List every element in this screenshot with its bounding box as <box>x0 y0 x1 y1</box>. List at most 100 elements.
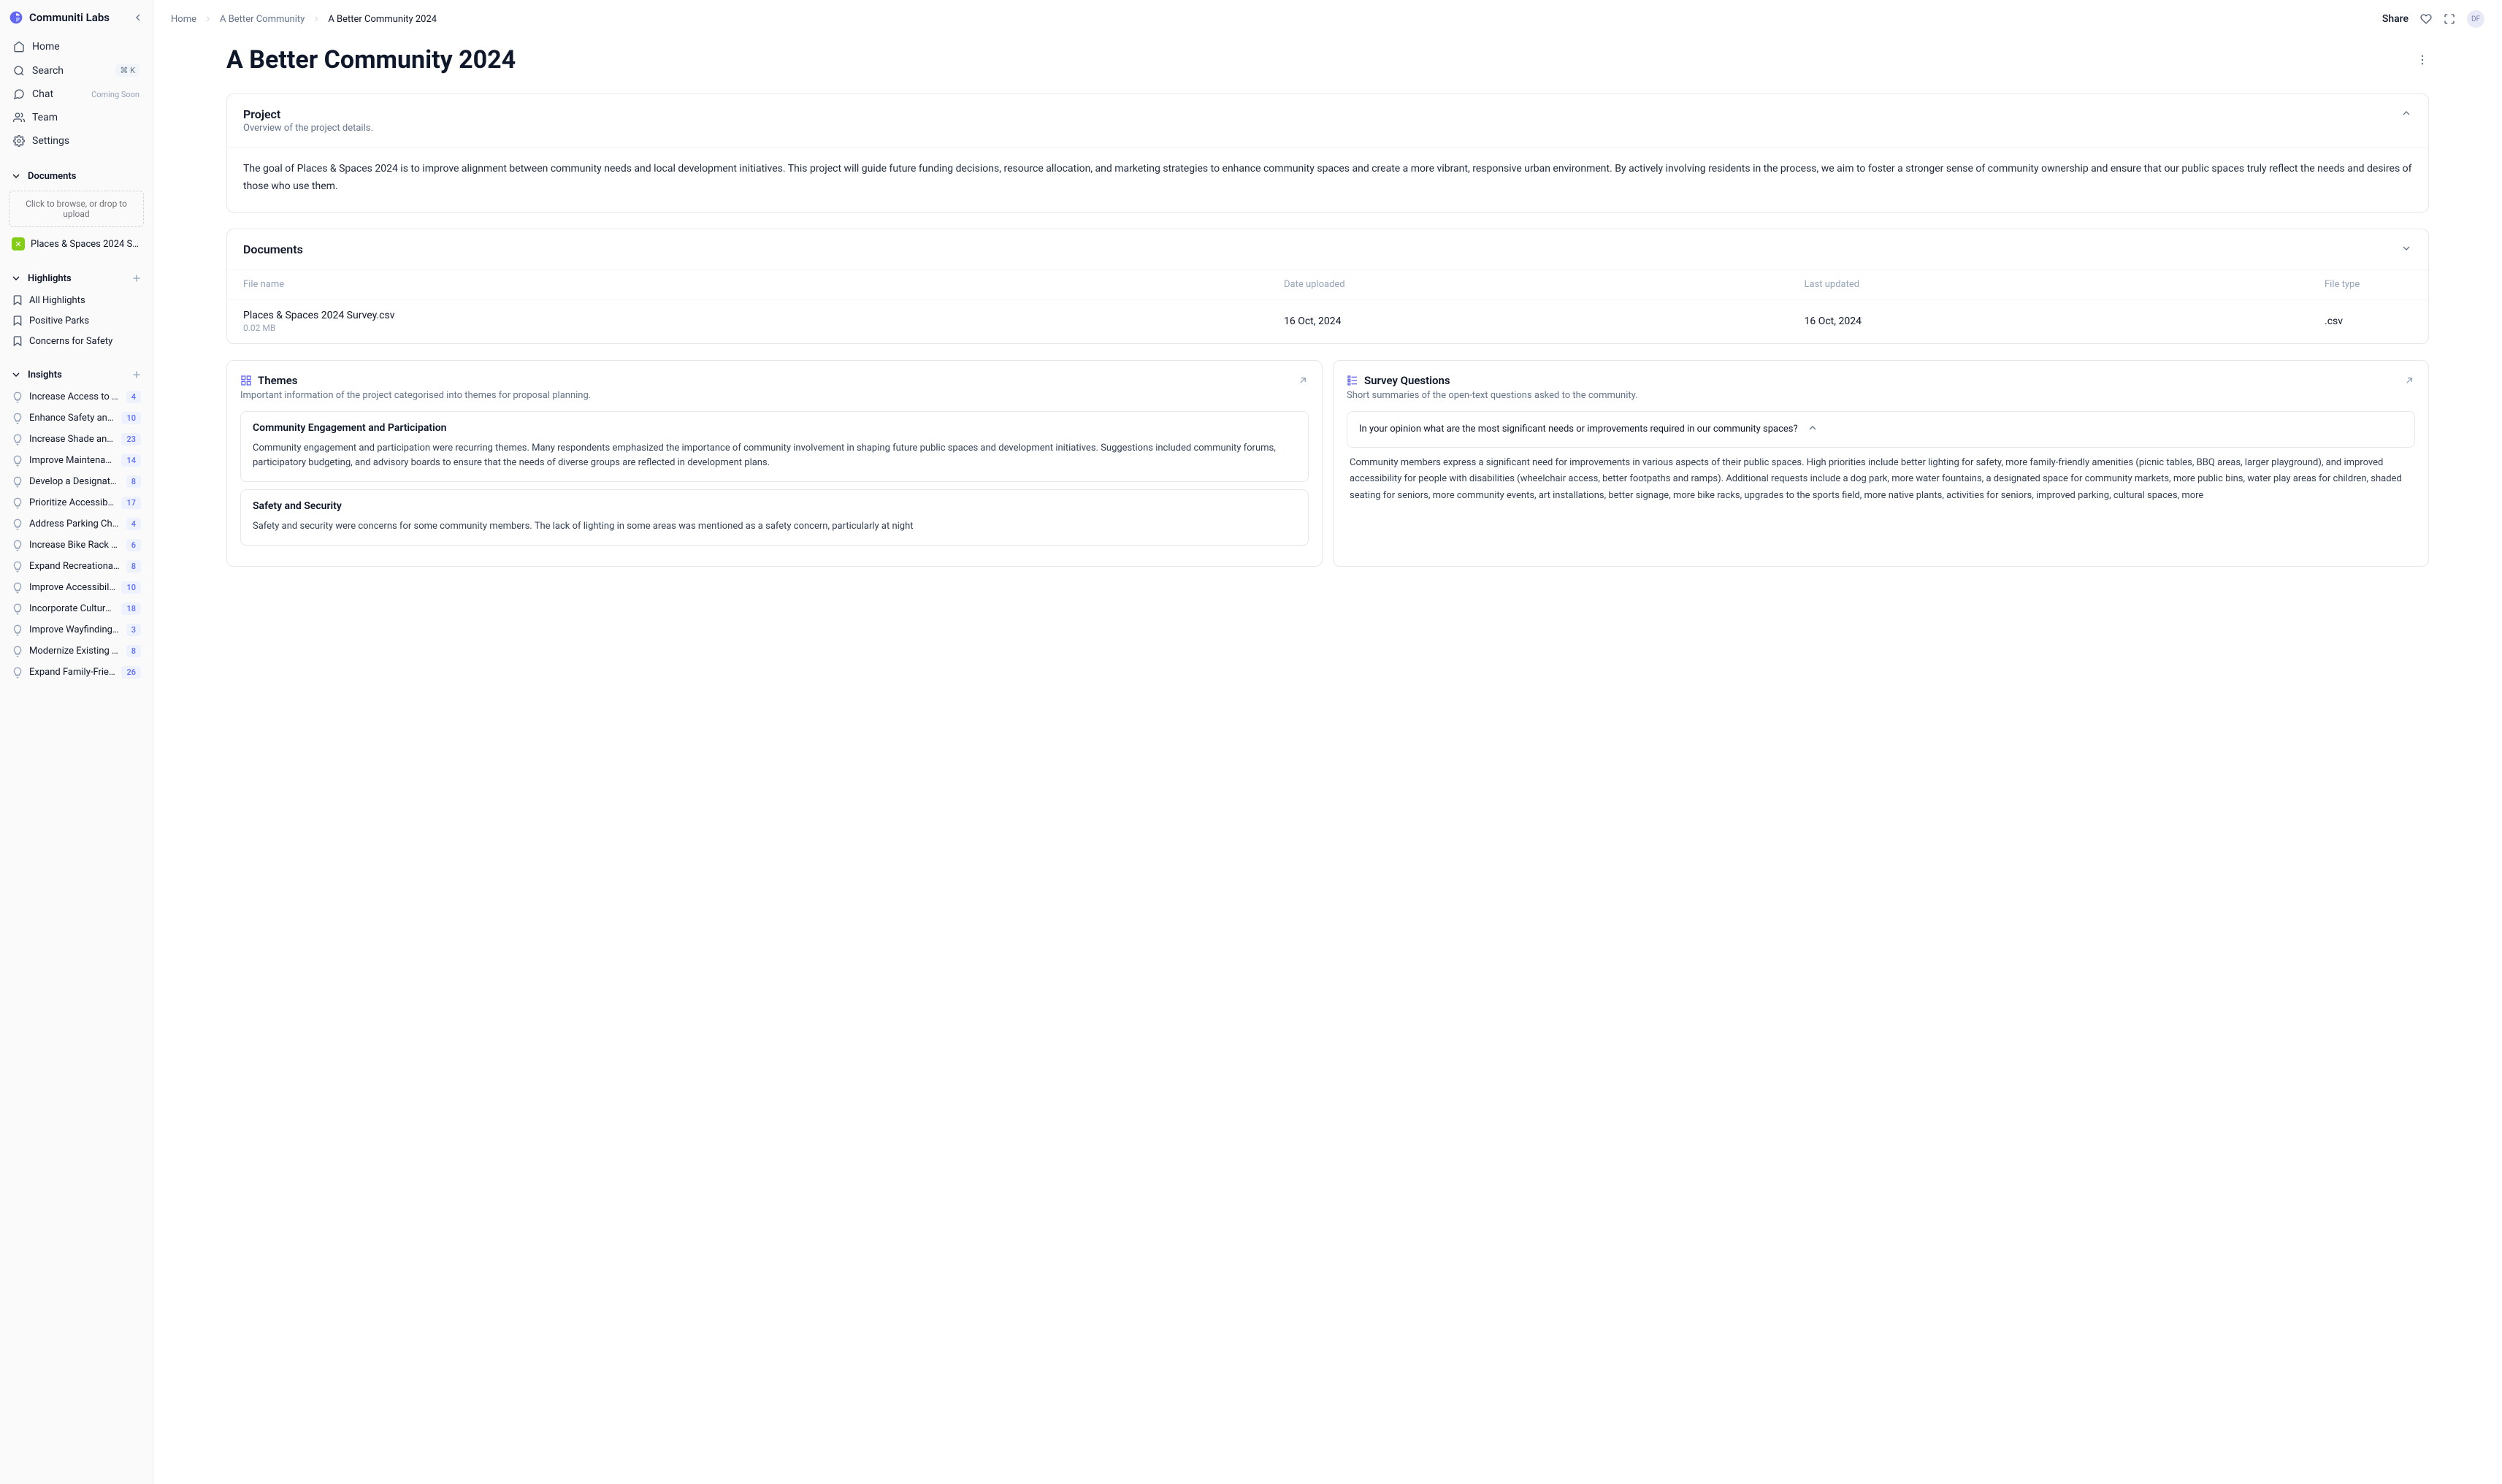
lightbulb-icon <box>12 561 23 573</box>
home-icon <box>13 41 25 53</box>
expand-survey-icon[interactable] <box>2403 375 2415 386</box>
theme-body: Community engagement and participation w… <box>253 441 1296 472</box>
theme-card[interactable]: Safety and SecuritySafety and security w… <box>240 489 1309 546</box>
insight-count-badge: 4 <box>126 391 141 403</box>
upload-zone[interactable]: Click to browse, or drop to upload <box>9 191 144 227</box>
insight-count-badge: 18 <box>121 603 141 615</box>
insights-section-header[interactable]: Insights <box>9 363 144 386</box>
documents-header-text: Documents <box>28 171 76 182</box>
insight-item[interactable]: Address Parking Challe...4 <box>9 513 144 535</box>
highlight-item[interactable]: Concerns for Safety <box>9 331 144 351</box>
insight-item[interactable]: Expand Family-Friendl...26 <box>9 662 144 683</box>
expand-themes-icon[interactable] <box>1297 375 1309 386</box>
theme-body: Safety and security were concerns for so… <box>253 519 1296 535</box>
more-options-icon[interactable] <box>2416 53 2429 66</box>
insight-count-badge: 8 <box>126 560 141 573</box>
survey-subtitle: Short summaries of the open-text questio… <box>1347 390 2415 401</box>
date-uploaded: 16 Oct, 2024 <box>1284 315 1805 327</box>
insight-count-badge: 4 <box>126 518 141 530</box>
survey-question[interactable]: In your opinion what are the most signif… <box>1347 411 2415 448</box>
coming-soon-label: Coming Soon <box>91 90 139 99</box>
insight-item[interactable]: Increase Bike Rack Ava...6 <box>9 535 144 556</box>
insight-label: Increase Access to Dri... <box>29 391 120 402</box>
insight-label: Increase Bike Rack Ava... <box>29 540 120 551</box>
nav-item-chat[interactable]: ChatComing Soon <box>9 83 144 106</box>
chevron-up-icon <box>1807 422 1818 434</box>
file-size: 0.02 MB <box>243 323 1284 333</box>
documents-title: Documents <box>243 242 303 256</box>
insight-item[interactable]: Increase Shade and S... 23 <box>9 429 144 450</box>
highlight-item[interactable]: All Highlights <box>9 290 144 310</box>
lightbulb-icon <box>12 413 23 424</box>
insight-label: Improve Maintenance ... <box>29 455 115 466</box>
chevron-down-icon[interactable] <box>2400 242 2412 254</box>
insight-count-badge: 23 <box>121 433 141 445</box>
documents-section-header[interactable]: Documents <box>9 164 144 188</box>
documents-card: Documents File name Date uploaded Last u… <box>226 229 2429 344</box>
insight-item[interactable]: Increase Access to Dri... 4 <box>9 386 144 408</box>
col-last: Last updated <box>1805 279 2325 290</box>
insight-item[interactable]: Enhance Safety and E... 10 <box>9 408 144 429</box>
project-card: Project Overview of the project details.… <box>226 93 2429 213</box>
theme-title: Community Engagement and Participation <box>253 422 1296 434</box>
project-title: Project <box>243 107 373 121</box>
insight-item[interactable]: Expand Recreational O...8 <box>9 556 144 577</box>
nav-item-settings[interactable]: Settings <box>9 129 144 153</box>
avatar[interactable]: DF <box>2467 10 2484 28</box>
col-type: File type <box>2325 279 2412 290</box>
nav-label: Home <box>32 41 60 53</box>
add-insight-icon[interactable] <box>131 369 142 380</box>
highlight-label: Positive Parks <box>29 315 89 326</box>
project-card-header[interactable]: Project Overview of the project details. <box>227 94 2428 147</box>
lightbulb-icon <box>12 603 23 615</box>
page-title: A Better Community 2024 <box>226 45 516 74</box>
insight-label: Increase Shade and S... <box>29 434 115 445</box>
share-button[interactable]: Share <box>2382 13 2409 25</box>
table-row[interactable]: Places & Spaces 2024 Survey.csv 0.02 MB … <box>227 299 2428 343</box>
insight-label: Modernize Existing Fac... <box>29 646 120 657</box>
nav-item-home[interactable]: Home <box>9 35 144 58</box>
highlight-item[interactable]: Positive Parks <box>9 310 144 331</box>
breadcrumb-parent[interactable]: A Better Community <box>220 14 305 25</box>
kbd-shortcut: ⌘ K <box>115 64 139 77</box>
breadcrumb-home[interactable]: Home <box>171 14 196 25</box>
insight-item[interactable]: Develop a Designated ...8 <box>9 471 144 492</box>
project-body: The goal of Places & Spaces 2024 is to i… <box>227 147 2428 212</box>
lightbulb-icon <box>12 646 23 657</box>
add-highlight-icon[interactable] <box>131 272 142 284</box>
brand-logo-icon <box>9 10 23 25</box>
chevron-right-icon <box>204 15 213 23</box>
expand-icon[interactable] <box>2444 13 2455 25</box>
theme-card[interactable]: Community Engagement and Participation Co… <box>240 411 1309 483</box>
insight-item[interactable]: Improve Wayfinding wit...3 <box>9 619 144 640</box>
collapse-sidebar-icon[interactable] <box>132 12 144 23</box>
chevron-up-icon[interactable] <box>2400 107 2412 119</box>
brand[interactable]: Communiti Labs <box>9 10 110 25</box>
themes-title: Themes <box>258 374 297 387</box>
themes-subtitle: Important information of the project cat… <box>240 390 1309 401</box>
insight-count-badge: 17 <box>121 497 141 509</box>
chevron-right-icon <box>312 15 321 23</box>
insight-item[interactable]: Improve Accessibility t...10 <box>9 577 144 598</box>
brand-name: Communiti Labs <box>29 11 110 24</box>
highlights-section-header[interactable]: Highlights <box>9 267 144 290</box>
insight-item[interactable]: Improve Maintenance ...14 <box>9 450 144 471</box>
nav-item-team[interactable]: Team <box>9 106 144 129</box>
insight-count-badge: 10 <box>121 581 141 594</box>
nav-label: Team <box>32 112 58 123</box>
survey-answer: Community members express a significant … <box>1347 455 2415 503</box>
insight-label: Enhance Safety and E... <box>29 413 115 424</box>
favorite-icon[interactable] <box>2420 13 2432 25</box>
insight-item[interactable]: Prioritize Accessibility ...17 <box>9 492 144 513</box>
highlight-label: Concerns for Safety <box>29 336 112 347</box>
insight-item[interactable]: Incorporate Culturally ...18 <box>9 598 144 619</box>
insight-count-badge: 10 <box>121 412 141 424</box>
last-updated: 16 Oct, 2024 <box>1805 315 2325 327</box>
documents-card-header[interactable]: Documents <box>227 229 2428 269</box>
insight-item[interactable]: Modernize Existing Fac...8 <box>9 640 144 662</box>
document-item[interactable]: ✕Places & Spaces 2024 Surv... <box>9 233 144 255</box>
nav-item-search[interactable]: Search⌘ K <box>9 58 144 83</box>
lightbulb-icon <box>12 434 23 445</box>
file-type: .csv <box>2325 315 2412 327</box>
breadcrumb: Home A Better Community A Better Communi… <box>171 14 437 25</box>
